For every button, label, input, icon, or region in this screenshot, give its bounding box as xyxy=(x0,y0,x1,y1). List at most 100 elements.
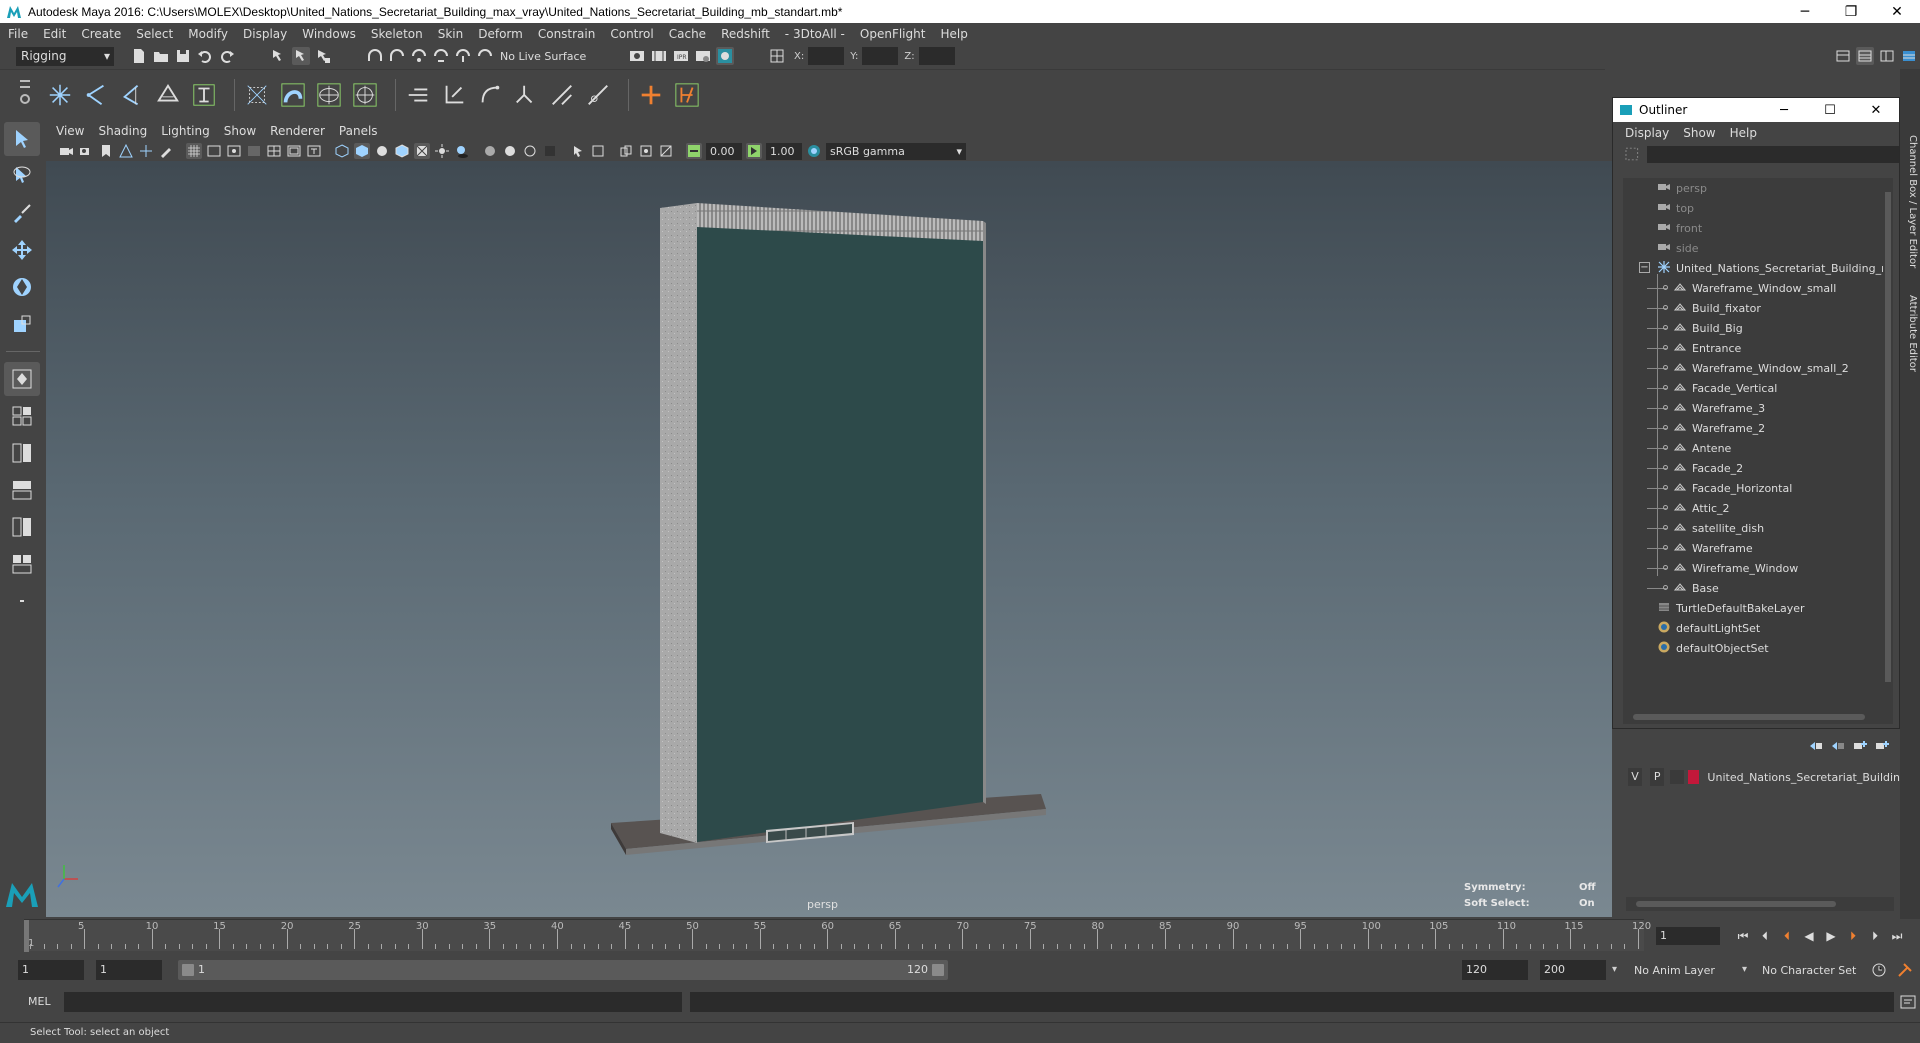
outliner-item-child[interactable]: Wireframe_Window xyxy=(1623,558,1893,578)
scale-constraint-icon[interactable] xyxy=(548,81,576,109)
multisample-aa-icon[interactable] xyxy=(522,143,538,159)
select-component-icon[interactable] xyxy=(314,47,332,65)
wireframe-icon[interactable] xyxy=(334,143,350,159)
gamma-icon[interactable] xyxy=(746,143,762,159)
select-object-icon[interactable] xyxy=(292,47,310,65)
ipr-render-icon[interactable]: IPR xyxy=(672,47,690,65)
outliner-item-child[interactable]: Wareframe xyxy=(1623,538,1893,558)
custom-layout-button[interactable] xyxy=(4,584,40,618)
animation-start-field[interactable]: 1 xyxy=(18,960,84,980)
persp-three-layout-button[interactable] xyxy=(4,510,40,544)
color-management-icon[interactable] xyxy=(806,143,822,159)
step-forward-frame-icon[interactable]: ⏵ xyxy=(1864,927,1886,945)
minimize-button[interactable]: ─ xyxy=(1782,0,1828,23)
outliner-item-child[interactable]: Entrance xyxy=(1623,338,1893,358)
command-input[interactable] xyxy=(64,992,682,1012)
outliner-item-side[interactable]: side xyxy=(1623,238,1893,258)
camera-select-icon[interactable] xyxy=(58,143,74,159)
ik-handle-icon[interactable] xyxy=(82,81,110,109)
layer-visibility-toggle[interactable]: V xyxy=(1628,768,1643,786)
script-editor-icon[interactable] xyxy=(1900,994,1916,1010)
layer-playback-toggle[interactable]: P xyxy=(1650,768,1665,786)
current-frame-field[interactable]: 1 xyxy=(1656,927,1720,945)
outliner-close-button[interactable]: ✕ xyxy=(1853,98,1899,122)
menu-3dtoall[interactable]: - 3DtoAll - xyxy=(785,27,845,41)
shelf-options[interactable] xyxy=(18,76,32,112)
outliner-item-child[interactable]: Build_Big xyxy=(1623,318,1893,338)
snap-curve-icon[interactable] xyxy=(388,47,406,65)
field-chart-icon[interactable] xyxy=(266,143,282,159)
outliner-item-child[interactable]: Wareframe_3 xyxy=(1623,398,1893,418)
animation-end-field[interactable]: 200 xyxy=(1540,960,1606,980)
outliner-item-child[interactable]: Facade_2 xyxy=(1623,458,1893,478)
tool-settings-toggle-icon[interactable] xyxy=(1878,47,1896,65)
outliner-item-child[interactable]: Facade_Horizontal xyxy=(1623,478,1893,498)
snap-view-plane-icon[interactable] xyxy=(432,47,450,65)
image-plane-icon[interactable] xyxy=(118,143,134,159)
rotate-tool-button[interactable] xyxy=(4,270,40,304)
x-ray-active-icon[interactable] xyxy=(618,143,634,159)
backface-culling-icon[interactable] xyxy=(658,143,674,159)
menu-openflight[interactable]: OpenFlight xyxy=(860,27,926,41)
menu-cache[interactable]: Cache xyxy=(669,27,706,41)
playback-end-field[interactable]: 120 xyxy=(1462,960,1528,980)
outliner-item-set[interactable]: defaultLightSet xyxy=(1623,618,1893,638)
auto-key-icon[interactable] xyxy=(1870,961,1888,979)
menu-constrain[interactable]: Constrain xyxy=(538,27,596,41)
animation-preferences-icon[interactable] xyxy=(1896,961,1914,979)
bind-skin-icon[interactable] xyxy=(243,81,271,109)
outliner-menu-show[interactable]: Show xyxy=(1683,126,1715,140)
restore-button[interactable]: ❐ xyxy=(1828,0,1874,23)
playback-start-field[interactable]: 1 xyxy=(96,960,162,980)
cluster-icon[interactable] xyxy=(351,81,379,109)
outliner-item-front[interactable]: front xyxy=(1623,218,1893,238)
play-backwards-icon[interactable]: ◀ xyxy=(1798,927,1820,945)
filter-icon[interactable] xyxy=(1625,147,1639,161)
outliner-minimize-button[interactable]: ─ xyxy=(1761,98,1807,122)
single-perspective-layout-button[interactable] xyxy=(4,362,40,396)
safe-action-icon[interactable] xyxy=(286,143,302,159)
outliner-vertical-scrollbar[interactable] xyxy=(1883,178,1893,710)
paint-weights-icon[interactable] xyxy=(279,81,307,109)
exposure-field[interactable]: 0.00 xyxy=(706,142,742,160)
command-language-toggle[interactable]: MEL xyxy=(28,995,51,1008)
render-view-icon[interactable] xyxy=(628,47,646,65)
scale-tool-button[interactable] xyxy=(4,307,40,341)
undo-icon[interactable] xyxy=(196,47,214,65)
parent-constraint-icon[interactable] xyxy=(440,81,468,109)
menu-select[interactable]: Select xyxy=(136,27,173,41)
render-frame-icon[interactable] xyxy=(650,47,668,65)
joint-tool-icon[interactable] xyxy=(46,81,74,109)
smooth-shade-icon[interactable] xyxy=(354,143,370,159)
menu-file[interactable]: File xyxy=(8,27,28,41)
persp-outliner-layout-button[interactable] xyxy=(4,436,40,470)
menu-skin[interactable]: Skin xyxy=(438,27,464,41)
outliner-item-child[interactable]: Facade_Vertical xyxy=(1623,378,1893,398)
range-end-handle[interactable] xyxy=(932,964,944,976)
select-hierarchy-icon[interactable] xyxy=(270,47,288,65)
locator-icon[interactable] xyxy=(404,81,432,109)
step-forward-key-icon[interactable]: ⏵ xyxy=(1842,927,1864,945)
chevron-down-icon[interactable]: ▾ xyxy=(1742,964,1747,975)
panel-menu-lighting[interactable]: Lighting xyxy=(161,124,210,138)
grid-toggle-icon[interactable] xyxy=(186,143,202,159)
outliner-item-child[interactable]: Build_fixator xyxy=(1623,298,1893,318)
isolate-select-icon[interactable] xyxy=(570,143,586,159)
panel-menu-panels[interactable]: Panels xyxy=(339,124,378,138)
insert-joint-icon[interactable] xyxy=(154,81,182,109)
menu-windows[interactable]: Windows xyxy=(302,27,356,41)
snap-grid-icon[interactable] xyxy=(366,47,384,65)
outliner-item-child[interactable]: Wareframe_Window_small xyxy=(1623,278,1893,298)
menu-help[interactable]: Help xyxy=(940,27,967,41)
outliner-search-input[interactable] xyxy=(1646,145,1899,163)
outliner-horizontal-scrollbar[interactable] xyxy=(1623,710,1893,724)
new-layer-selected-icon[interactable] xyxy=(1874,739,1890,753)
camera-attributes-icon[interactable] xyxy=(78,143,94,159)
quick-rig-icon[interactable] xyxy=(190,81,218,109)
bookmark-icon[interactable] xyxy=(98,143,114,159)
x-ray-joints-icon[interactable] xyxy=(638,143,654,159)
outliner-menu-help[interactable]: Help xyxy=(1730,126,1757,140)
panel-menu-shading[interactable]: Shading xyxy=(98,124,147,138)
maya-home-icon[interactable] xyxy=(4,879,40,912)
outliner-maximize-button[interactable]: ☐ xyxy=(1807,98,1853,122)
